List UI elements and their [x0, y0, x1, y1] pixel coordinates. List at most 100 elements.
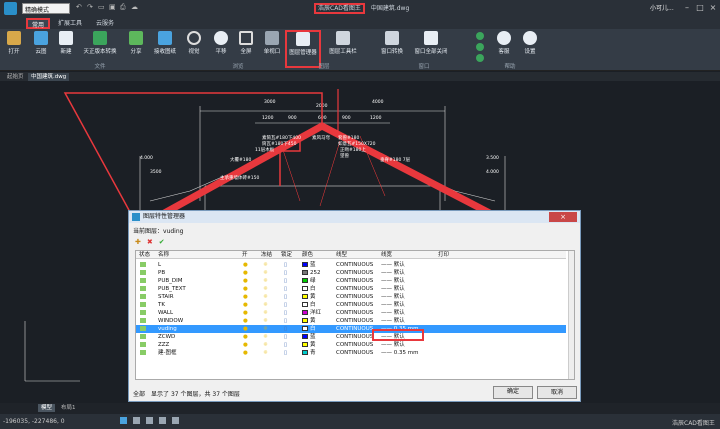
lightbulb-icon[interactable]: ● — [243, 285, 248, 293]
share-button[interactable]: 分享 — [122, 31, 150, 55]
osnap-icon[interactable] — [172, 417, 179, 424]
sun-icon[interactable]: ☼ — [263, 293, 268, 301]
window-switch-button[interactable]: 窗口转换 — [376, 31, 408, 55]
ortho-icon[interactable] — [146, 417, 153, 424]
table-row[interactable]: PUB_DIM ● ☼ ▯ 绿 CONTINUOUS —— 默认 — [136, 277, 566, 285]
settings-button[interactable]: 设置 — [516, 31, 544, 55]
sun-icon[interactable]: ☼ — [263, 277, 268, 285]
unlock-icon[interactable]: ▯ — [284, 285, 287, 293]
unlock-icon[interactable]: ▯ — [284, 309, 287, 317]
help-small-icon[interactable] — [476, 32, 484, 40]
maximize-icon[interactable]: □ — [695, 2, 705, 13]
tab-cloud-service[interactable]: 云服务 — [92, 18, 118, 29]
unlock-icon[interactable]: ▯ — [284, 301, 287, 309]
lightbulb-icon[interactable]: ● — [243, 269, 248, 277]
fullscreen-button[interactable]: 全屏 — [232, 31, 260, 55]
lightbulb-icon[interactable]: ● — [243, 309, 248, 317]
sun-icon[interactable]: ☼ — [263, 309, 268, 317]
table-row[interactable]: ZZZ ● ☼ ▯ 黄 CONTINUOUS —— 默认 — [136, 341, 566, 349]
lightbulb-icon[interactable]: ● — [243, 333, 248, 341]
unlock-icon[interactable]: ▯ — [284, 325, 287, 333]
color-swatch[interactable] — [302, 302, 308, 307]
layer-toolbar-button[interactable]: 图层工具栏 — [326, 31, 360, 55]
close-icon[interactable]: × — [549, 212, 577, 222]
tab-start-page[interactable]: 起始页 — [4, 73, 27, 81]
receive-drawing-button[interactable]: 接收图纸 — [150, 31, 180, 55]
unlock-icon[interactable]: ▯ — [284, 349, 287, 357]
pan-button[interactable]: 平移 — [207, 31, 235, 55]
minimize-icon[interactable]: – — [682, 2, 692, 13]
tab-model[interactable]: 模型 — [38, 404, 56, 412]
grid-icon[interactable] — [133, 417, 140, 424]
undo-icon[interactable]: ↶ — [76, 3, 83, 12]
single-viewport-button[interactable]: 单视口 — [258, 31, 286, 55]
color-swatch[interactable] — [302, 350, 308, 355]
ok-button[interactable]: 确定 — [493, 386, 533, 399]
color-swatch[interactable] — [302, 278, 308, 283]
polar-icon[interactable] — [159, 417, 166, 424]
open-icon[interactable]: ▭ — [98, 3, 105, 12]
lightbulb-icon[interactable]: ● — [243, 349, 248, 357]
view-button[interactable]: 视觉 — [180, 31, 208, 55]
color-swatch[interactable] — [302, 334, 308, 339]
unlock-icon[interactable]: ▯ — [284, 341, 287, 349]
sun-icon[interactable]: ☼ — [263, 325, 268, 333]
sun-icon[interactable]: ☼ — [263, 317, 268, 325]
lightbulb-icon[interactable]: ● — [243, 293, 248, 301]
save-icon[interactable]: ▣ — [109, 3, 116, 12]
mode-select[interactable]: 精确模式 — [22, 3, 70, 14]
unlock-icon[interactable]: ▯ — [284, 293, 287, 301]
delete-layer-icon[interactable]: ✖ — [147, 238, 153, 246]
sun-icon[interactable]: ☼ — [263, 301, 268, 309]
color-swatch[interactable] — [302, 310, 308, 315]
color-swatch[interactable] — [302, 294, 308, 299]
unlock-icon[interactable]: ▯ — [284, 261, 287, 269]
tangent-convert-button[interactable]: 天正版本转换 — [80, 31, 120, 55]
unlock-icon[interactable]: ▯ — [284, 277, 287, 285]
unlock-icon[interactable]: ▯ — [284, 269, 287, 277]
unlock-icon[interactable]: ▯ — [284, 317, 287, 325]
table-row[interactable]: WINDOW ● ☼ ▯ 黄 CONTINUOUS —— 默认 — [136, 317, 566, 325]
lightbulb-icon[interactable]: ● — [243, 301, 248, 309]
unlock-icon[interactable]: ▯ — [284, 333, 287, 341]
color-swatch[interactable] — [302, 318, 308, 323]
color-swatch[interactable] — [302, 326, 308, 331]
table-row[interactable]: PB ● ☼ ▯ 252 CONTINUOUS —— 默认 — [136, 269, 566, 277]
new-button[interactable]: 新建 — [52, 31, 80, 55]
snap-icon[interactable] — [120, 417, 127, 424]
sun-icon[interactable]: ☼ — [263, 333, 268, 341]
sun-icon[interactable]: ☼ — [263, 349, 268, 357]
new-layer-icon[interactable]: ✚ — [135, 238, 141, 246]
table-row[interactable]: STAIR ● ☼ ▯ 黄 CONTINUOUS —— 默认 — [136, 293, 566, 301]
tab-common[interactable]: 常用 — [26, 18, 51, 29]
table-row[interactable]: PUB_TEXT ● ☼ ▯ 白 CONTINUOUS —— 默认 — [136, 285, 566, 293]
cloud-drawing-button[interactable]: 云图 — [27, 31, 55, 55]
scrollbar[interactable] — [568, 251, 574, 379]
color-swatch[interactable] — [302, 342, 308, 347]
user-name[interactable]: 小可儿... — [650, 3, 674, 12]
tab-layout1[interactable]: 布局1 — [58, 404, 79, 412]
table-row[interactable]: vuding ● ☼ ▯ 白 CONTINUOUS —— 0.35 mm — [136, 325, 566, 333]
table-row[interactable]: TK ● ☼ ▯ 白 CONTINUOUS —— 默认 — [136, 301, 566, 309]
open-button[interactable]: 打开 — [0, 31, 28, 55]
lightbulb-icon[interactable]: ● — [243, 325, 248, 333]
print-icon[interactable]: ⎙ — [120, 3, 127, 12]
tab-extended-tools[interactable]: 扩展工具 — [54, 18, 86, 29]
set-current-icon[interactable]: ✔ — [159, 238, 165, 246]
sun-icon[interactable]: ☼ — [263, 261, 268, 269]
close-icon[interactable]: × — [708, 2, 718, 13]
close-all-windows-button[interactable]: 窗口全部关闭 — [410, 31, 452, 55]
table-row[interactable]: L ● ☼ ▯ 蓝 CONTINUOUS —— 默认 — [136, 261, 566, 269]
color-swatch[interactable] — [302, 270, 308, 275]
table-row[interactable]: WALL ● ☼ ▯ 洋红 CONTINUOUS —— 默认 — [136, 309, 566, 317]
lightbulb-icon[interactable]: ● — [243, 277, 248, 285]
tab-drawing[interactable]: 中国建筑.dwg — [28, 73, 70, 81]
redo-icon[interactable]: ↷ — [87, 3, 94, 12]
cloud-icon[interactable]: ☁ — [131, 3, 138, 12]
table-row[interactable]: ZCWD ● ☼ ▯ 蓝 CONTINUOUS —— 默认 — [136, 333, 566, 341]
table-row[interactable]: 建-图框 ● ☼ ▯ 青 CONTINUOUS —— 0.35 mm — [136, 349, 566, 357]
lightbulb-icon[interactable]: ● — [243, 317, 248, 325]
color-swatch[interactable] — [302, 286, 308, 291]
sun-icon[interactable]: ☼ — [263, 285, 268, 293]
lightbulb-icon[interactable]: ● — [243, 261, 248, 269]
